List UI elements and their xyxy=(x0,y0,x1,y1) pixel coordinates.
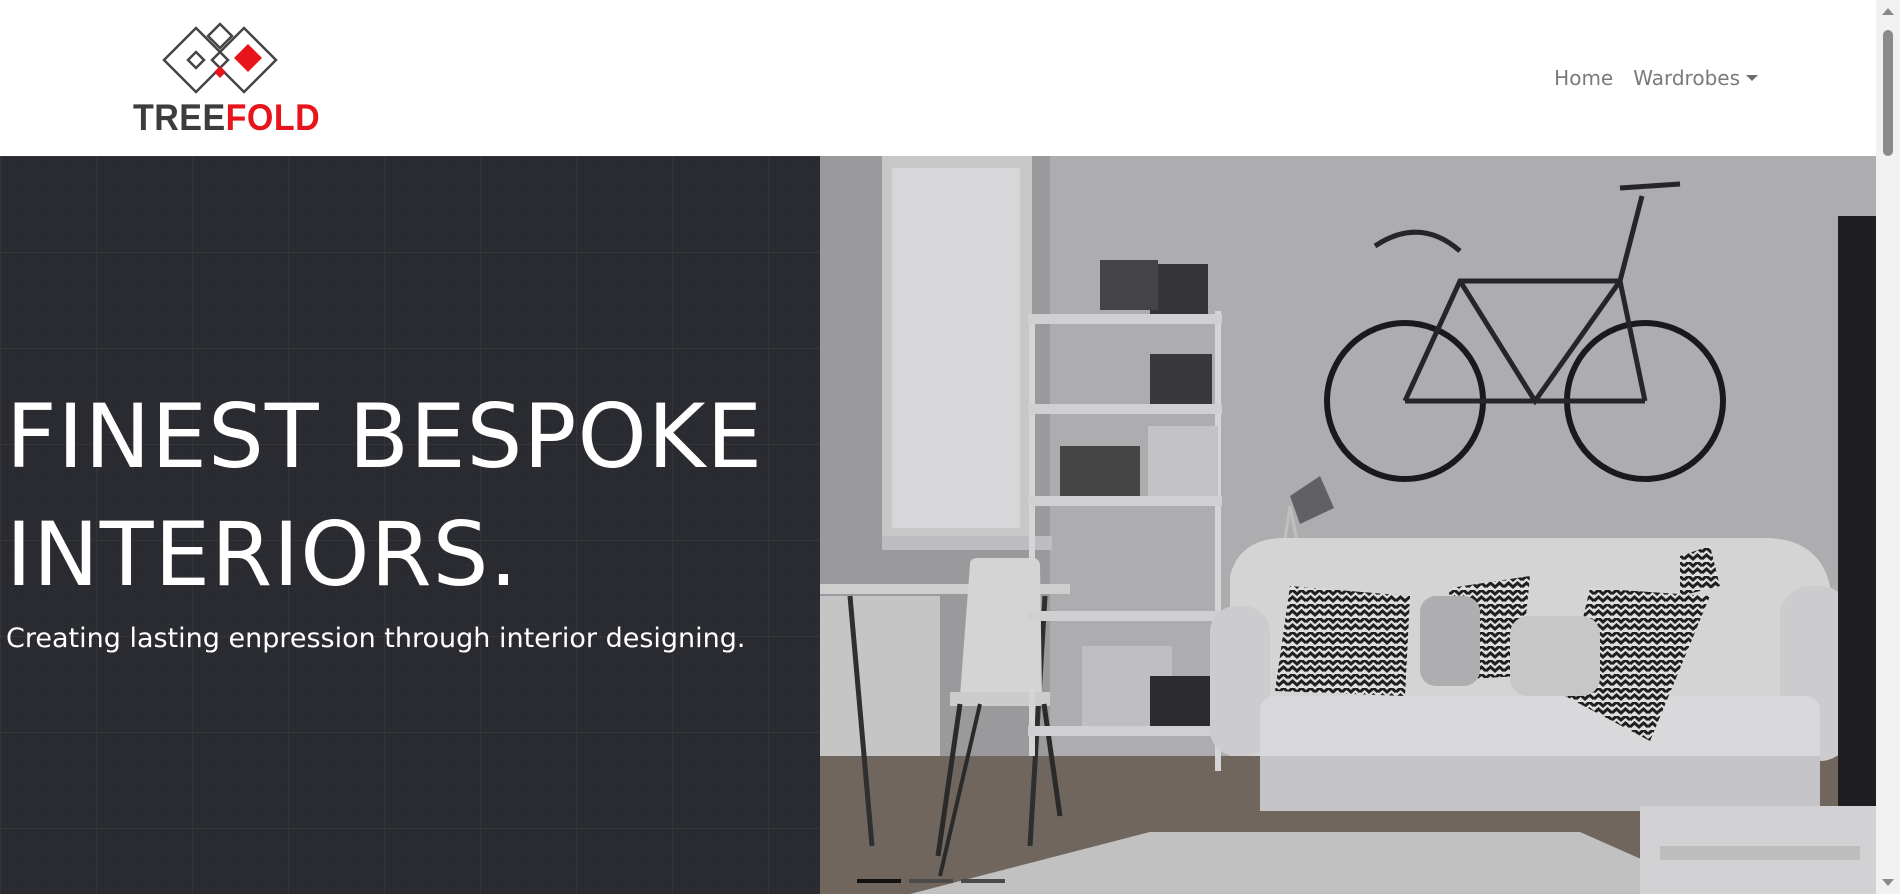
hero-title-line2: INTERIORS. xyxy=(6,503,519,606)
main-nav: Home Wardrobes xyxy=(1554,66,1758,90)
hero-title-line1: FINEST BESPOKE xyxy=(6,385,764,488)
logo-wordmark: TREEFOLD xyxy=(133,98,320,138)
carousel-indicators xyxy=(857,879,1005,883)
scrollbar-thumb[interactable] xyxy=(1883,30,1893,156)
hero-text-panel: FINEST BESPOKE INTERIORS. Creating lastin… xyxy=(0,156,820,894)
logo-wordmark-part2: FOLD xyxy=(225,97,321,138)
brand-logo[interactable]: TREEFOLD xyxy=(130,20,330,140)
hero-subtitle: Creating lasting enpression through inte… xyxy=(6,623,746,654)
navbar: TREEFOLD Home Wardrobes xyxy=(0,0,1876,156)
nav-home-link[interactable]: Home xyxy=(1554,66,1613,90)
carousel-indicator-1[interactable] xyxy=(857,879,901,883)
carousel-indicator-3[interactable] xyxy=(961,879,1005,883)
scroll-down-arrow-icon[interactable] xyxy=(1882,879,1894,886)
hero-carousel: FINEST BESPOKE INTERIORS. Creating lastin… xyxy=(0,156,1876,894)
logo-wordmark-part1: TREE xyxy=(133,97,226,138)
page-scrollbar[interactable] xyxy=(1876,0,1900,894)
logo-diamonds-icon xyxy=(162,22,278,94)
nav-wardrobes-label: Wardrobes xyxy=(1633,66,1740,90)
caret-down-icon xyxy=(1746,75,1758,81)
scroll-up-arrow-icon[interactable] xyxy=(1882,8,1894,15)
hero-room-image xyxy=(820,156,1876,894)
hero-title: FINEST BESPOKE INTERIORS. xyxy=(6,378,763,614)
carousel-indicator-2[interactable] xyxy=(909,879,953,883)
nav-wardrobes-dropdown[interactable]: Wardrobes xyxy=(1633,66,1758,90)
